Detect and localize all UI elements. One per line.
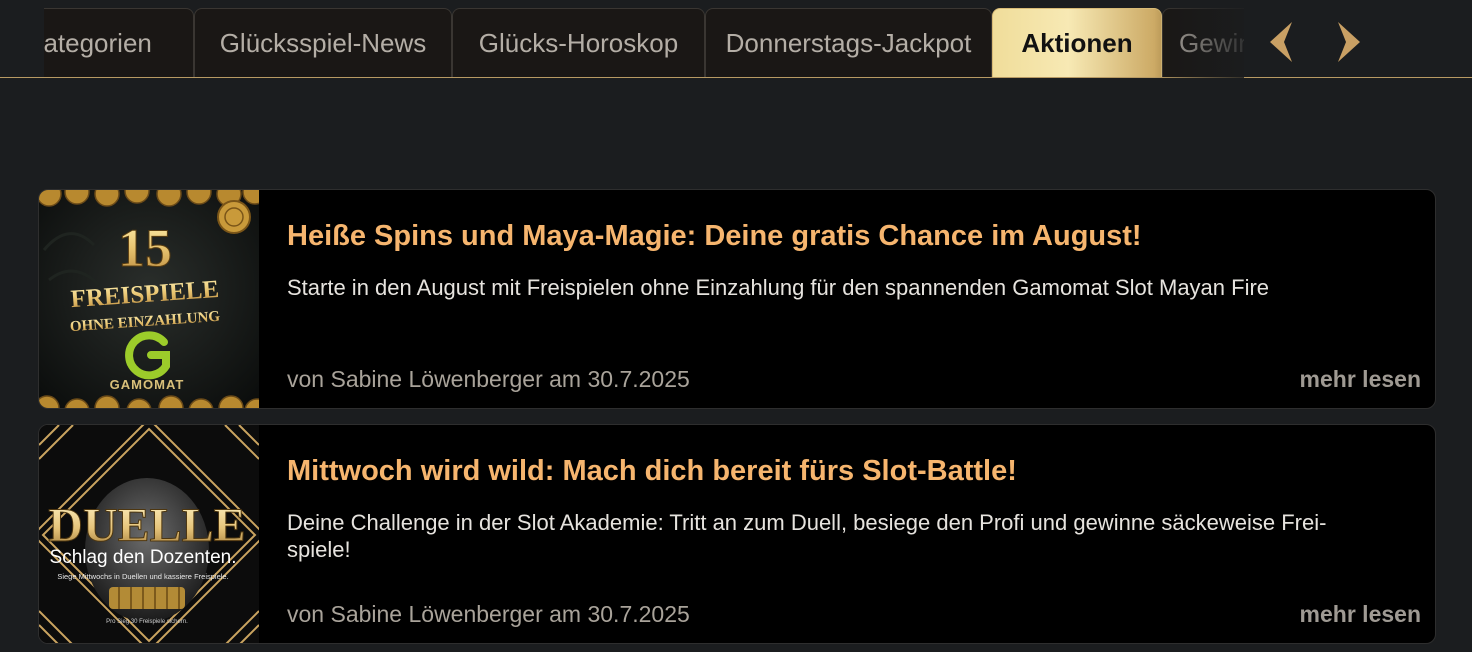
category-tab-bar: Kategorien Glücksspiel-News Glücks-Horos… (0, 0, 1472, 78)
svg-text:GAMOMAT: GAMOMAT (110, 377, 185, 392)
article-image-freispiele[interactable]: 15 FREISPIELE OHNE EINZAHLUNG GAMOMAT (39, 190, 259, 408)
article-title[interactable]: Mittwoch wird wild: Mach dich bereit für… (287, 455, 1415, 488)
tabs-viewport: Kategorien Glücksspiel-News Glücks-Horos… (44, 8, 1244, 78)
tab-gluecks-horoskop[interactable]: Glücks-Horoskop (452, 8, 705, 77)
article-card[interactable]: 15 FREISPIELE OHNE EINZAHLUNG GAMOMAT He… (38, 189, 1436, 409)
article-meta: von Sabine Löwenberger am 30.7.2025 (287, 601, 690, 627)
read-more-link[interactable]: mehr lesen (1300, 601, 1421, 628)
article-card[interactable]: DUELLE Schlag den Dozenten. Siege Mittwo… (38, 424, 1436, 644)
article-teaser: Deine Challenge in der Slot Akademie: Tr… (287, 510, 1327, 562)
svg-text:Pro Sieg 30 Freispiele sichern: Pro Sieg 30 Freispiele sichern. (106, 619, 188, 625)
svg-text:Siege Mittwochs in Duellen und: Siege Mittwochs in Duellen und kassiere … (57, 572, 228, 581)
article-title[interactable]: Heiße Spins und Maya-Magie: Deine gratis… (287, 220, 1415, 253)
article-meta: von Sabine Löwenberger am 30.7.2025 (287, 366, 690, 392)
svg-text:DUELLE: DUELLE (48, 499, 245, 552)
tab-gewinner[interactable]: Gewinner (1162, 8, 1244, 77)
svg-text:15: 15 (118, 218, 172, 278)
tab-aktionen[interactable]: Aktionen (992, 8, 1162, 77)
chevron-right-icon[interactable] (1328, 20, 1368, 64)
tab-donnerstags-jackpot[interactable]: Donnerstags-Jackpot (705, 8, 992, 77)
tab-gluecksspiel-news[interactable]: Glücksspiel-News (194, 8, 452, 77)
tabs-track: Kategorien Glücksspiel-News Glücks-Horos… (44, 8, 1244, 78)
chevron-left-icon[interactable] (1262, 20, 1302, 64)
svg-text:Schlag den Dozenten.: Schlag den Dozenten. (50, 547, 237, 568)
read-more-link[interactable]: mehr lesen (1300, 366, 1421, 393)
article-image-duelle[interactable]: DUELLE Schlag den Dozenten. Siege Mittwo… (39, 425, 259, 643)
article-teaser: Starte in den August mit Freispielen ohn… (287, 275, 1270, 300)
tab-kategorien[interactable]: Kategorien (44, 8, 194, 77)
